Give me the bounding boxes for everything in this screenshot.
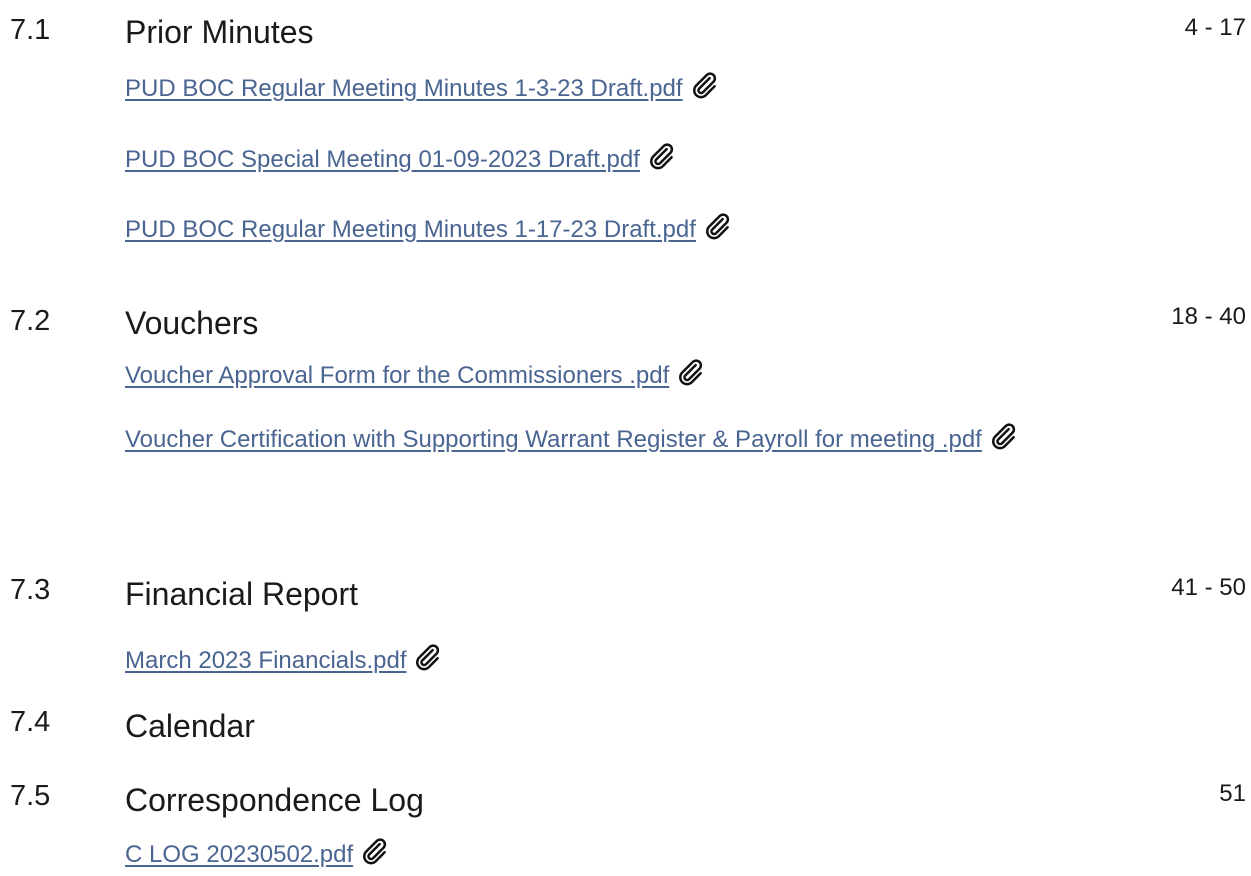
attachment-link[interactable]: PUD BOC Regular Meeting Minutes 1-17-23 … [125,216,696,243]
attachment-link[interactable]: Voucher Approval Form for the Commission… [125,362,669,389]
attachment-link[interactable]: PUD BOC Special Meeting 01-09-2023 Draft… [125,146,640,173]
item-title: Prior Minutes [125,14,314,50]
item-title: Correspondence Log [125,782,424,818]
item-title: Calendar [125,708,255,744]
paperclip-icon[interactable] [689,70,719,100]
item-number: 7.5 [10,780,51,812]
paperclip-icon[interactable] [646,141,676,171]
attachment-row: PUD BOC Regular Meeting Minutes 1-17-23 … [125,209,1045,251]
attachment-row: C LOG 20230502.pdf [125,834,1045,876]
item-number: 7.3 [10,574,51,606]
attachment-link[interactable]: PUD BOC Regular Meeting Minutes 1-3-23 D… [125,75,683,102]
paperclip-icon[interactable] [675,357,705,387]
paperclip-icon[interactable] [359,836,389,866]
attachment-row: PUD BOC Special Meeting 01-09-2023 Draft… [125,139,1045,181]
attachment-link[interactable]: March 2023 Financials.pdf [125,647,406,674]
paperclip-icon[interactable] [412,642,442,672]
item-number: 7.1 [10,14,51,46]
item-pages: 41 - 50 [1171,574,1246,601]
paperclip-icon[interactable] [702,211,732,241]
item-pages: 18 - 40 [1171,303,1246,330]
attachment-row: March 2023 Financials.pdf [125,640,1045,682]
attachment-row: Voucher Certification with Supporting Wa… [125,419,1045,461]
item-title: Vouchers [125,305,259,341]
attachment-row: PUD BOC Regular Meeting Minutes 1-3-23 D… [125,68,1045,110]
item-title: Financial Report [125,576,358,612]
item-number: 7.4 [10,706,51,738]
item-pages: 51 [1219,780,1246,807]
item-number: 7.2 [10,305,51,337]
item-pages: 4 - 17 [1184,14,1246,41]
attachment-link[interactable]: C LOG 20230502.pdf [125,841,353,868]
attachment-row: Voucher Approval Form for the Commission… [125,355,1045,397]
paperclip-icon[interactable] [988,421,1018,451]
attachment-link[interactable]: Voucher Certification with Supporting Wa… [125,426,982,453]
